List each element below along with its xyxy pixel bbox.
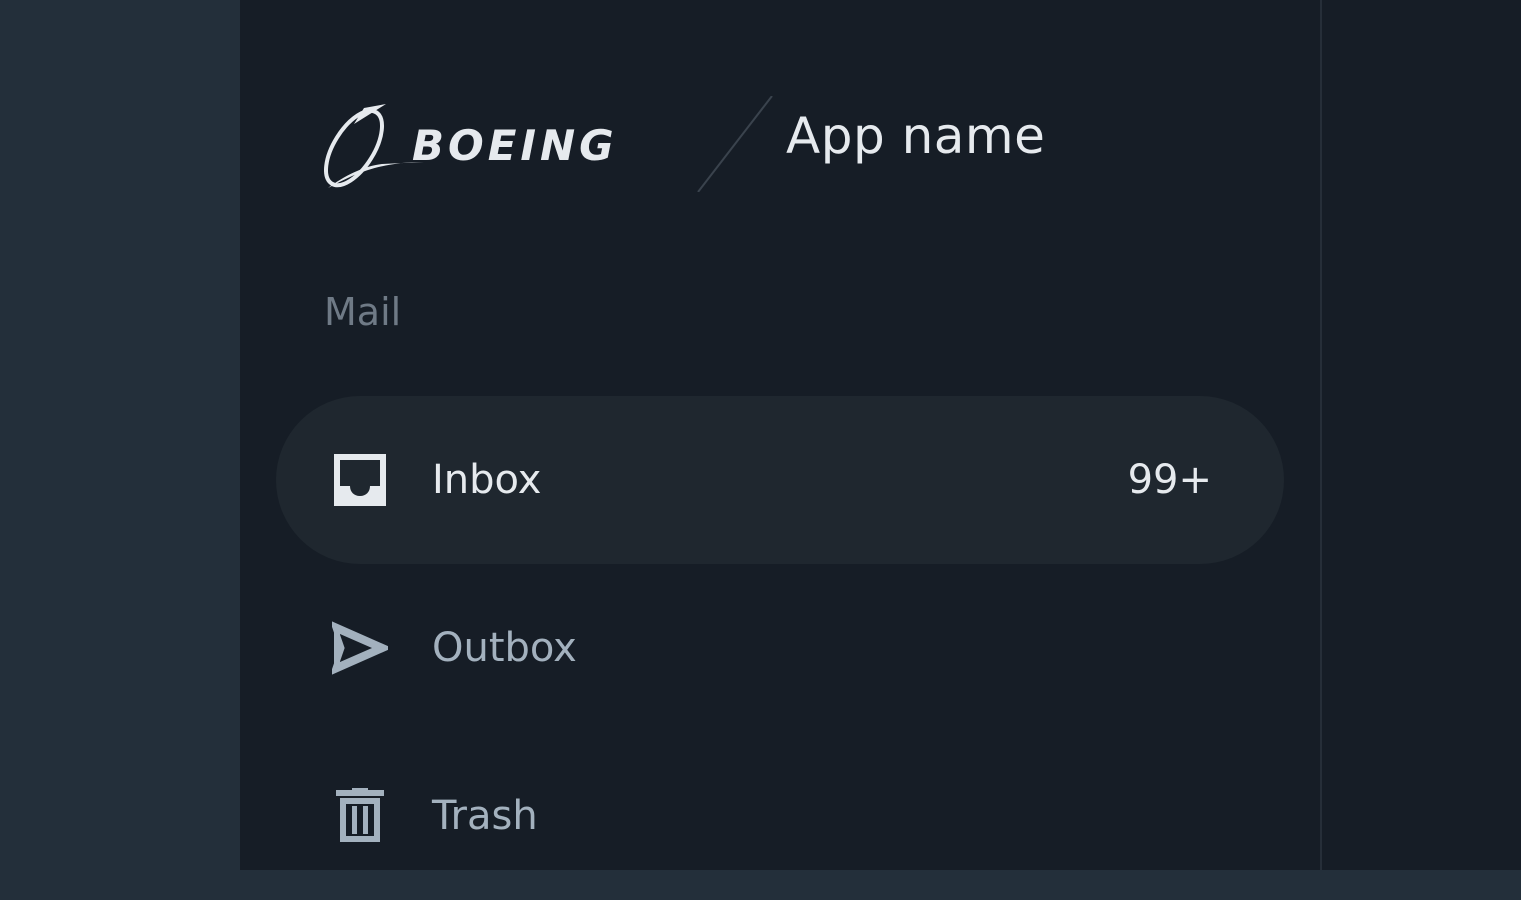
unread-count-badge: 99+ bbox=[1127, 457, 1212, 503]
nav-item-label: Outbox bbox=[432, 625, 577, 671]
svg-text:BOEING: BOEING bbox=[412, 121, 618, 170]
nav-item-label: Inbox bbox=[432, 457, 542, 503]
nav-item-inbox[interactable]: Inbox 99+ bbox=[276, 396, 1284, 564]
trash-icon bbox=[332, 786, 388, 844]
nav-item-outbox[interactable]: Outbox bbox=[276, 564, 1284, 732]
app-name: App name bbox=[786, 107, 1046, 165]
nav-item-label: Trash bbox=[432, 793, 538, 839]
section-label-mail: Mail bbox=[324, 290, 402, 334]
drawer-header: BOEING App name bbox=[324, 95, 1224, 193]
nav-item-trash[interactable]: Trash bbox=[276, 732, 1284, 900]
header-separator bbox=[696, 95, 776, 193]
main-content-area bbox=[1322, 0, 1521, 870]
send-icon bbox=[329, 620, 393, 676]
inbox-icon bbox=[332, 452, 388, 508]
boeing-logo: BOEING bbox=[324, 104, 694, 190]
navigation-rail bbox=[0, 0, 240, 870]
